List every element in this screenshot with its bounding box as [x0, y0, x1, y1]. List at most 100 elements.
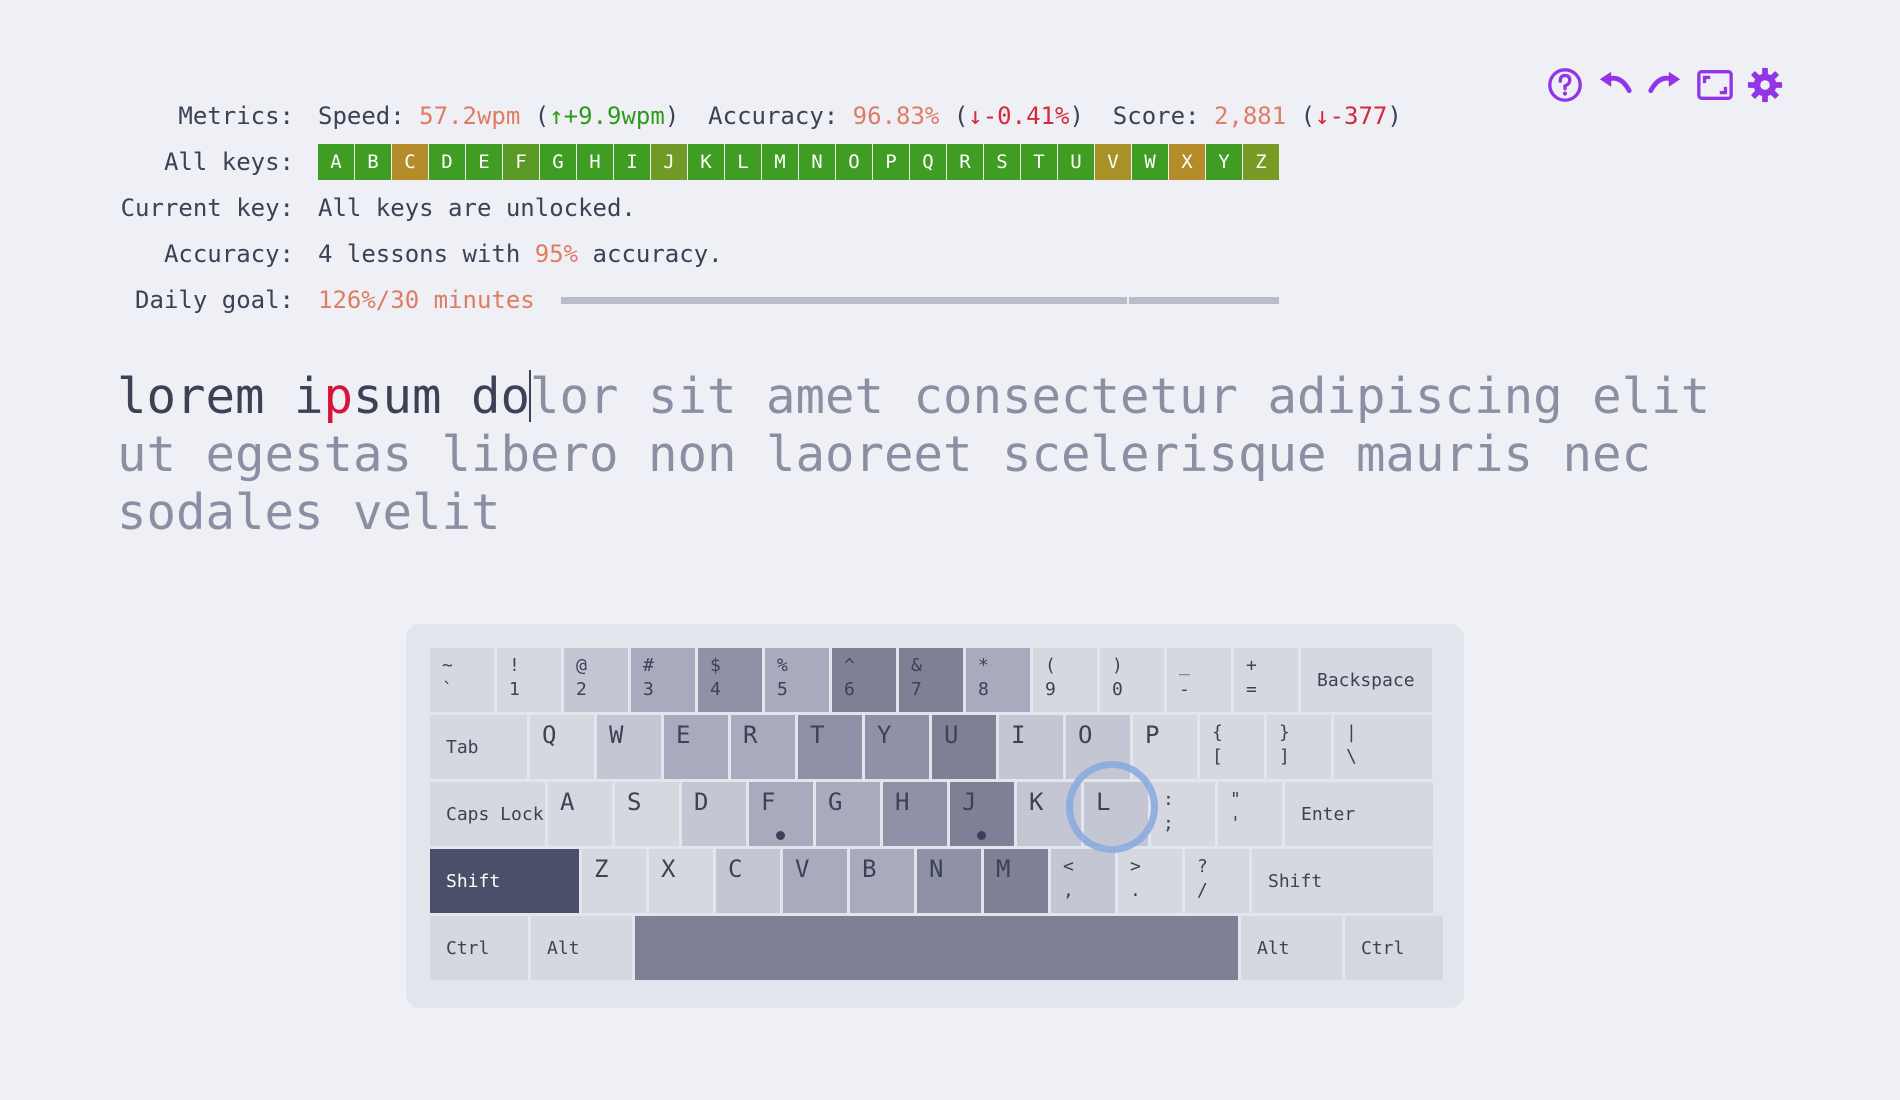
- undo-button[interactable]: [1594, 64, 1636, 106]
- key-w[interactable]: W: [597, 715, 661, 779]
- daily-goal-row: Daily goal: 126%/30 minutes: [0, 277, 1420, 323]
- key-7[interactable]: & 7: [899, 648, 963, 712]
- key-1[interactable]: ! 1: [497, 648, 561, 712]
- key-z[interactable]: Z: [582, 849, 646, 913]
- speed-value: 57.2wpm: [419, 102, 521, 130]
- key-space[interactable]: [635, 916, 1238, 980]
- key-,[interactable]: <,: [1051, 849, 1115, 913]
- key-label: Shift: [446, 870, 501, 892]
- key-shift-char: ~: [442, 655, 453, 676]
- key-'[interactable]: " ': [1218, 782, 1282, 846]
- key-.[interactable]: >.: [1118, 849, 1182, 913]
- key-b[interactable]: B: [850, 849, 914, 913]
- key-backspace[interactable]: Backspace: [1301, 648, 1432, 712]
- key-n[interactable]: N: [917, 849, 981, 913]
- key-shift-char: !: [509, 655, 520, 676]
- key-h[interactable]: H: [883, 782, 947, 846]
- mistyped-char: p: [323, 368, 354, 425]
- lesson-text[interactable]: lorem ipsum dolor sit amet consectetur a…: [117, 368, 1787, 542]
- key-t[interactable]: T: [798, 715, 862, 779]
- key-badge-t: T: [1021, 144, 1057, 180]
- key-c[interactable]: C: [716, 849, 780, 913]
- key-label: Alt: [1257, 937, 1290, 959]
- key-caps-lock[interactable]: Caps Lock: [430, 782, 545, 846]
- key-label: Shift: [1268, 870, 1323, 892]
- homing-dot: [776, 831, 785, 840]
- key-/[interactable]: ? /: [1185, 849, 1249, 913]
- key-8[interactable]: * 8: [966, 648, 1030, 712]
- key-g[interactable]: G: [816, 782, 880, 846]
- key-alt[interactable]: Alt: [531, 916, 632, 980]
- key-shift-char: $: [710, 655, 721, 676]
- key-f[interactable]: F: [749, 782, 813, 846]
- key-x[interactable]: X: [649, 849, 713, 913]
- key-char: 7: [911, 679, 922, 700]
- settings-button[interactable]: [1744, 64, 1786, 106]
- key-shift-char: *: [978, 655, 989, 676]
- key-=[interactable]: + =: [1234, 648, 1298, 712]
- key-badge-o: O: [836, 144, 872, 180]
- key-char: ,: [1063, 880, 1074, 901]
- key-2[interactable]: @2: [564, 648, 628, 712]
- key-\[interactable]: | \: [1334, 715, 1432, 779]
- key-5[interactable]: % 5: [765, 648, 829, 712]
- key-char: U: [944, 721, 959, 749]
- key-shift-char: &: [911, 655, 922, 676]
- key-9[interactable]: (9: [1033, 648, 1097, 712]
- key-y[interactable]: Y: [865, 715, 929, 779]
- key-label: Caps Lock: [446, 803, 544, 825]
- key-6[interactable]: ^ 6: [832, 648, 896, 712]
- key-char: T: [810, 721, 825, 749]
- metrics-label: Metrics:: [178, 102, 294, 130]
- key-tab[interactable]: Tab: [430, 715, 527, 779]
- key-][interactable]: }]: [1267, 715, 1331, 779]
- help-button[interactable]: [1544, 64, 1586, 106]
- key-0[interactable]: ) 0: [1100, 648, 1164, 712]
- virtual-keyboard: ~ `! 1 @2 #3 $4% 5 ^ 6 & 7 * 8(9) 0 _ - + = Backspace Tab Q W…: [406, 624, 1464, 1008]
- key-char: 6: [844, 679, 855, 700]
- key-d[interactable]: D: [682, 782, 746, 846]
- key-r[interactable]: R: [731, 715, 795, 779]
- key-ctrl[interactable]: Ctrl: [1345, 916, 1443, 980]
- key-u[interactable]: U: [932, 715, 996, 779]
- key-e[interactable]: E: [664, 715, 728, 779]
- score-value: 2,881: [1213, 102, 1287, 130]
- key-[[interactable]: {[: [1200, 715, 1264, 779]
- key-label: Backspace: [1317, 669, 1415, 691]
- metrics-panel: Metrics: Speed: 57.2wpm (↑+9.9wpm) Accur…: [0, 93, 1420, 323]
- help-icon: [1548, 68, 1582, 102]
- key-badge-l: L: [725, 144, 761, 180]
- all-keys-label: All keys:: [163, 148, 294, 176]
- key-alt[interactable]: Alt: [1241, 916, 1342, 980]
- key-shift-char: _: [1179, 655, 1190, 676]
- key-4[interactable]: $4: [698, 648, 762, 712]
- key-char: Y: [877, 721, 892, 749]
- key-shift[interactable]: Shift: [1252, 849, 1433, 913]
- key-p[interactable]: P: [1133, 715, 1197, 779]
- key-badge-r: R: [947, 144, 983, 180]
- key-q[interactable]: Q: [530, 715, 594, 779]
- key--[interactable]: _ -: [1167, 648, 1231, 712]
- key-j[interactable]: J: [950, 782, 1014, 846]
- key-badge-m: M: [762, 144, 798, 180]
- key-char: Q: [542, 721, 557, 749]
- fullscreen-button[interactable]: [1694, 64, 1736, 106]
- key-`[interactable]: ~ `: [430, 648, 494, 712]
- current-key-value: All keys are unlocked.: [318, 194, 636, 222]
- key-char: V: [795, 855, 810, 883]
- key-m[interactable]: M: [984, 849, 1048, 913]
- key-;[interactable]: :;: [1151, 782, 1215, 846]
- key-enter[interactable]: Enter: [1285, 782, 1433, 846]
- key-shift[interactable]: Shift: [430, 849, 579, 913]
- key-i[interactable]: I: [999, 715, 1063, 779]
- key-v[interactable]: V: [783, 849, 847, 913]
- redo-button[interactable]: [1644, 64, 1686, 106]
- key-ctrl[interactable]: Ctrl: [430, 916, 528, 980]
- key-s[interactable]: S: [615, 782, 679, 846]
- key-shift-char: <: [1063, 856, 1074, 877]
- key-badge-a: A: [318, 144, 354, 180]
- key-a[interactable]: A: [548, 782, 612, 846]
- key-char: J: [962, 788, 977, 816]
- key-char: ]: [1279, 746, 1290, 767]
- key-3[interactable]: #3: [631, 648, 695, 712]
